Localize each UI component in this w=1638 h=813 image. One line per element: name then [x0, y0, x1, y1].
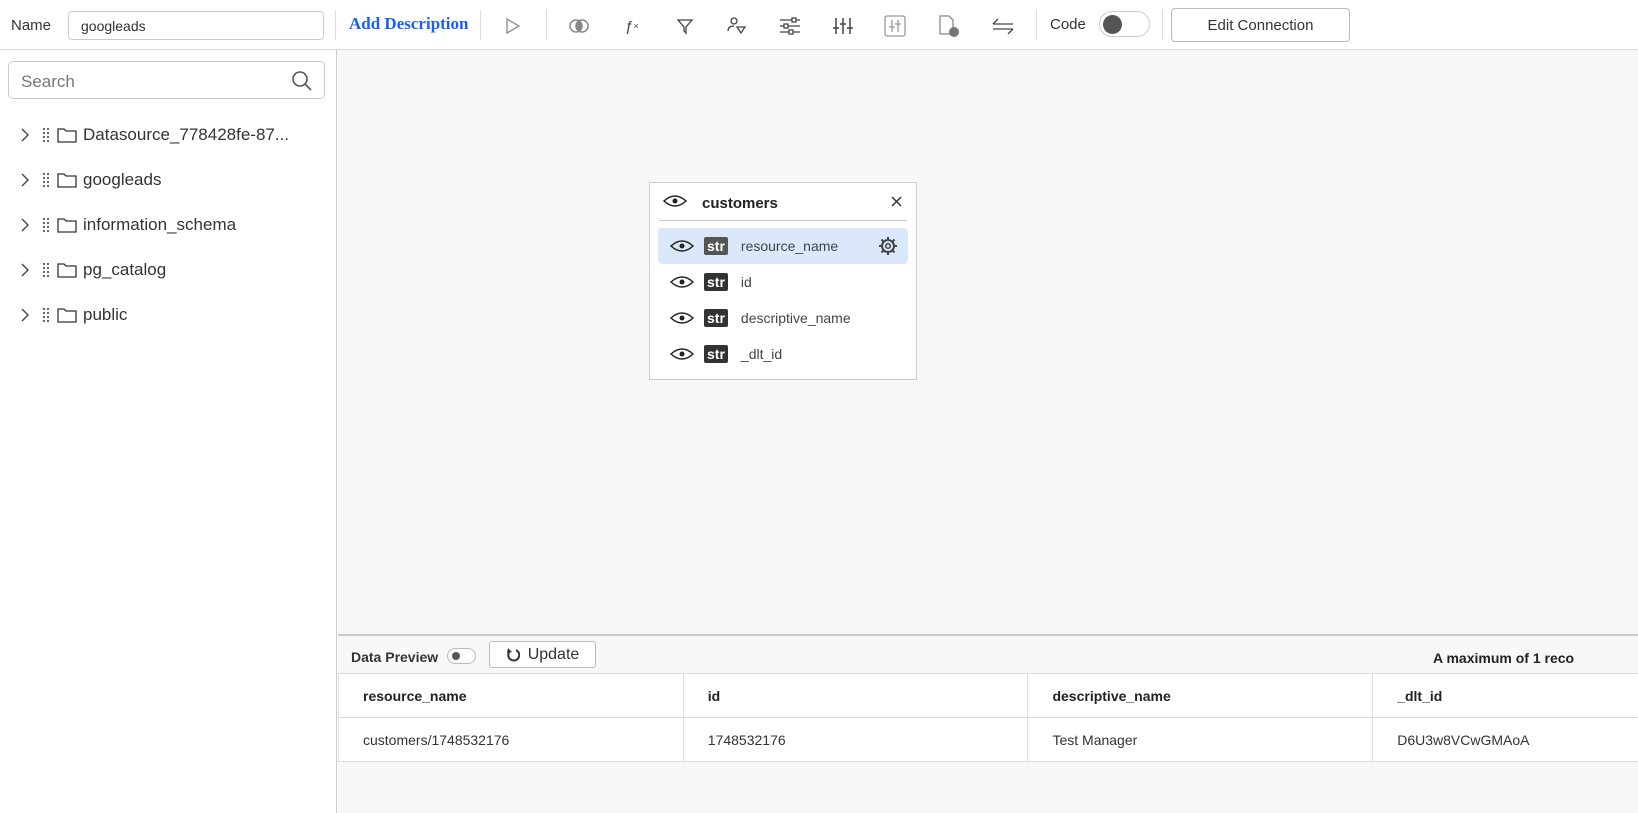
table-cell: customers/1748532176 — [338, 717, 684, 762]
run-icon[interactable] — [500, 13, 526, 39]
drag-handle-icon[interactable] — [42, 127, 52, 143]
folder-icon — [57, 218, 77, 233]
close-icon[interactable] — [891, 196, 902, 207]
tree-item-label: information_schema — [83, 215, 237, 234]
max-records-note: A maximum of 1 reco — [1433, 650, 1575, 666]
table-cell: Test Manager — [1027, 717, 1374, 762]
table-cell: 1748532176 — [682, 717, 1029, 762]
tree-item-label: public — [83, 305, 128, 324]
field-row[interactable]: str descriptive_name — [658, 300, 908, 336]
column-header[interactable]: descriptive_name — [1027, 673, 1374, 718]
column-header[interactable]: id — [682, 673, 1029, 718]
tree-item-label: Datasource_778428fe-87... — [83, 125, 290, 144]
tree-item-label: googleads — [83, 170, 162, 189]
field-row[interactable]: str resource_name — [658, 228, 908, 264]
folder-icon — [57, 173, 77, 188]
divider — [1036, 10, 1037, 40]
data-preview-toggle[interactable] — [447, 648, 476, 664]
drag-handle-icon[interactable] — [42, 262, 52, 278]
field-name: descriptive_name — [740, 310, 851, 326]
eye-icon[interactable] — [670, 275, 694, 289]
tree-item-label: pg_catalog — [83, 260, 167, 279]
divider — [335, 10, 336, 40]
field-name: resource_name — [740, 238, 839, 254]
search-icon — [292, 71, 312, 91]
search-input[interactable]: Search — [8, 61, 325, 99]
gear-icon[interactable] — [878, 236, 898, 256]
chevron-right-icon[interactable] — [18, 217, 34, 233]
search-placeholder: Search — [21, 72, 75, 91]
type-badge: str — [704, 237, 728, 255]
update-label: Update — [527, 645, 580, 663]
settings-sliders-icon[interactable] — [777, 13, 803, 39]
folder-icon — [57, 128, 77, 143]
code-label: Code — [1050, 16, 1086, 33]
sidebar: Search Datasource_778428fe-87... googlea… — [0, 50, 337, 813]
type-badge: str — [704, 309, 728, 327]
preview-table: resource_name id descriptive_name _dlt_id c… — [338, 673, 1638, 762]
tree-item[interactable]: googleads — [18, 168, 161, 192]
name-label: Name — [11, 17, 52, 34]
field-row[interactable]: str _dlt_id — [658, 336, 908, 372]
edit-connection-button[interactable]: Edit Connection — [1171, 8, 1350, 42]
table-row: customers/1748532176 1748532176 Test Manag… — [338, 717, 1638, 762]
eye-icon[interactable] — [663, 194, 687, 208]
code-toggle[interactable] — [1099, 11, 1150, 37]
divider — [546, 10, 547, 40]
filter-icon[interactable] — [672, 13, 698, 39]
eye-icon[interactable] — [670, 311, 694, 325]
data-preview-label: Data Preview — [351, 649, 439, 665]
join-icon[interactable] — [566, 13, 592, 39]
adjust-box-icon[interactable] — [882, 13, 908, 39]
table-cell: D6U3w8VCwGMAoA — [1372, 717, 1638, 762]
table-card-customers[interactable]: customers str resource_name str id str d… — [649, 182, 917, 380]
folder-icon — [57, 263, 77, 278]
canvas — [338, 50, 1638, 634]
update-button[interactable]: Update — [489, 641, 596, 668]
divider — [1162, 10, 1163, 40]
field-row[interactable]: str id — [658, 264, 908, 300]
field-name: id — [740, 274, 752, 290]
add-description-link[interactable]: Add Description — [349, 14, 468, 34]
chevron-right-icon[interactable] — [18, 127, 34, 143]
card-title: customers — [702, 195, 778, 212]
tree-item[interactable]: Datasource_778428fe-87... — [18, 123, 289, 147]
chevron-right-icon[interactable] — [18, 262, 34, 278]
type-badge: str — [704, 273, 728, 291]
field-name: _dlt_id — [740, 346, 783, 362]
swap-icon[interactable] — [990, 13, 1016, 39]
adjust-icon[interactable] — [830, 13, 856, 39]
name-input[interactable] — [68, 11, 324, 40]
eye-icon[interactable] — [670, 239, 694, 253]
divider — [659, 220, 907, 221]
eye-icon[interactable] — [670, 347, 694, 361]
folder-icon — [57, 308, 77, 323]
chevron-right-icon[interactable] — [18, 172, 34, 188]
user-filter-icon[interactable] — [724, 13, 750, 39]
file-record-icon[interactable] — [935, 13, 961, 39]
refresh-icon — [506, 647, 520, 662]
column-header[interactable]: _dlt_id — [1372, 673, 1638, 718]
tree-item[interactable]: public — [18, 303, 127, 327]
function-icon[interactable]: ƒ × — [619, 13, 645, 39]
type-badge: str — [704, 345, 728, 363]
tree-item[interactable]: information_schema — [18, 213, 236, 237]
drag-handle-icon[interactable] — [42, 307, 52, 323]
drag-handle-icon[interactable] — [42, 172, 52, 188]
tree-item[interactable]: pg_catalog — [18, 258, 166, 282]
chevron-right-icon[interactable] — [18, 307, 34, 323]
drag-handle-icon[interactable] — [42, 217, 52, 233]
divider — [480, 10, 481, 40]
column-header[interactable]: resource_name — [338, 673, 684, 718]
toolbar: Name Add Description ƒ× Code Edit Connec… — [0, 0, 1638, 50]
data-preview-panel: Data Preview Update A maximum of 1 reco … — [338, 634, 1638, 813]
